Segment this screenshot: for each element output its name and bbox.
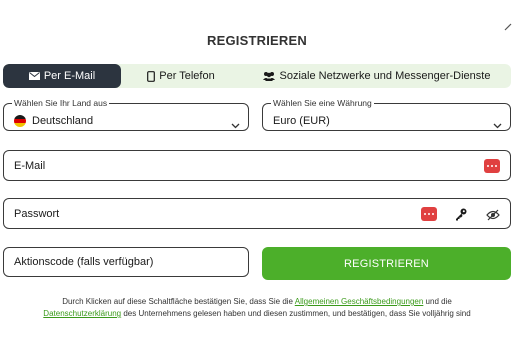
users-icon (262, 71, 276, 81)
registration-method-tabs: Per E-Mail Per Telefon Soziale Netzwerke… (3, 64, 511, 88)
privacy-link[interactable]: Datenschutzerklärung (43, 309, 121, 318)
chevron-down-icon (493, 116, 502, 134)
password-placeholder: Passwort (14, 207, 60, 220)
password-manager-icon[interactable] (484, 159, 500, 173)
terms-link[interactable]: Allgemeinen Geschäftsbedingungen (295, 297, 424, 306)
legal-notice: Durch Klicken auf diese Schaltfläche bes… (0, 296, 514, 320)
tab-phone[interactable]: Per Telefon (121, 64, 241, 88)
promo-code-field[interactable]: Aktionscode (falls verfügbar) (3, 247, 249, 277)
country-value: Deutschland (32, 115, 94, 127)
phone-icon (147, 70, 156, 82)
password-field[interactable]: Passwort (3, 198, 511, 229)
password-manager-icon[interactable] (421, 207, 437, 221)
promo-code-placeholder: Aktionscode (falls verfügbar) (14, 256, 154, 268)
legal-text-3: des Unternehmens gelesen haben und diese… (121, 309, 471, 318)
tab-phone-label: Per Telefon (159, 70, 215, 82)
legal-text-2: und die (423, 297, 452, 306)
eye-hidden-icon[interactable] (486, 208, 500, 226)
country-select-legend: Wählen Sie Ihr Land aus (12, 98, 110, 108)
envelope-icon (28, 72, 40, 80)
register-button[interactable]: REGISTRIEREN (262, 247, 511, 280)
currency-select-legend: Wählen Sie eine Währung (271, 98, 374, 108)
tab-email[interactable]: Per E-Mail (3, 64, 121, 88)
tab-social-label: Soziale Netzwerke und Messenger-Dienste (279, 70, 491, 82)
currency-select[interactable]: Wählen Sie eine Währung Euro (EUR) (262, 98, 511, 134)
chevron-down-icon (231, 116, 240, 134)
country-select[interactable]: Wählen Sie Ihr Land aus Deutschland (3, 98, 249, 134)
tab-social[interactable]: Soziale Netzwerke und Messenger-Dienste (241, 64, 511, 88)
tab-email-label: Per E-Mail (43, 70, 96, 82)
close-icon[interactable] (504, 20, 512, 34)
dialog-title: REGISTRIEREN (207, 33, 307, 48)
email-field[interactable]: E-Mail (3, 150, 511, 181)
germany-flag-icon (14, 115, 26, 127)
currency-value: Euro (EUR) (273, 115, 330, 127)
email-placeholder: E-Mail (14, 159, 46, 172)
key-icon[interactable] (454, 207, 468, 226)
legal-text-1: Durch Klicken auf diese Schaltfläche bes… (62, 297, 295, 306)
